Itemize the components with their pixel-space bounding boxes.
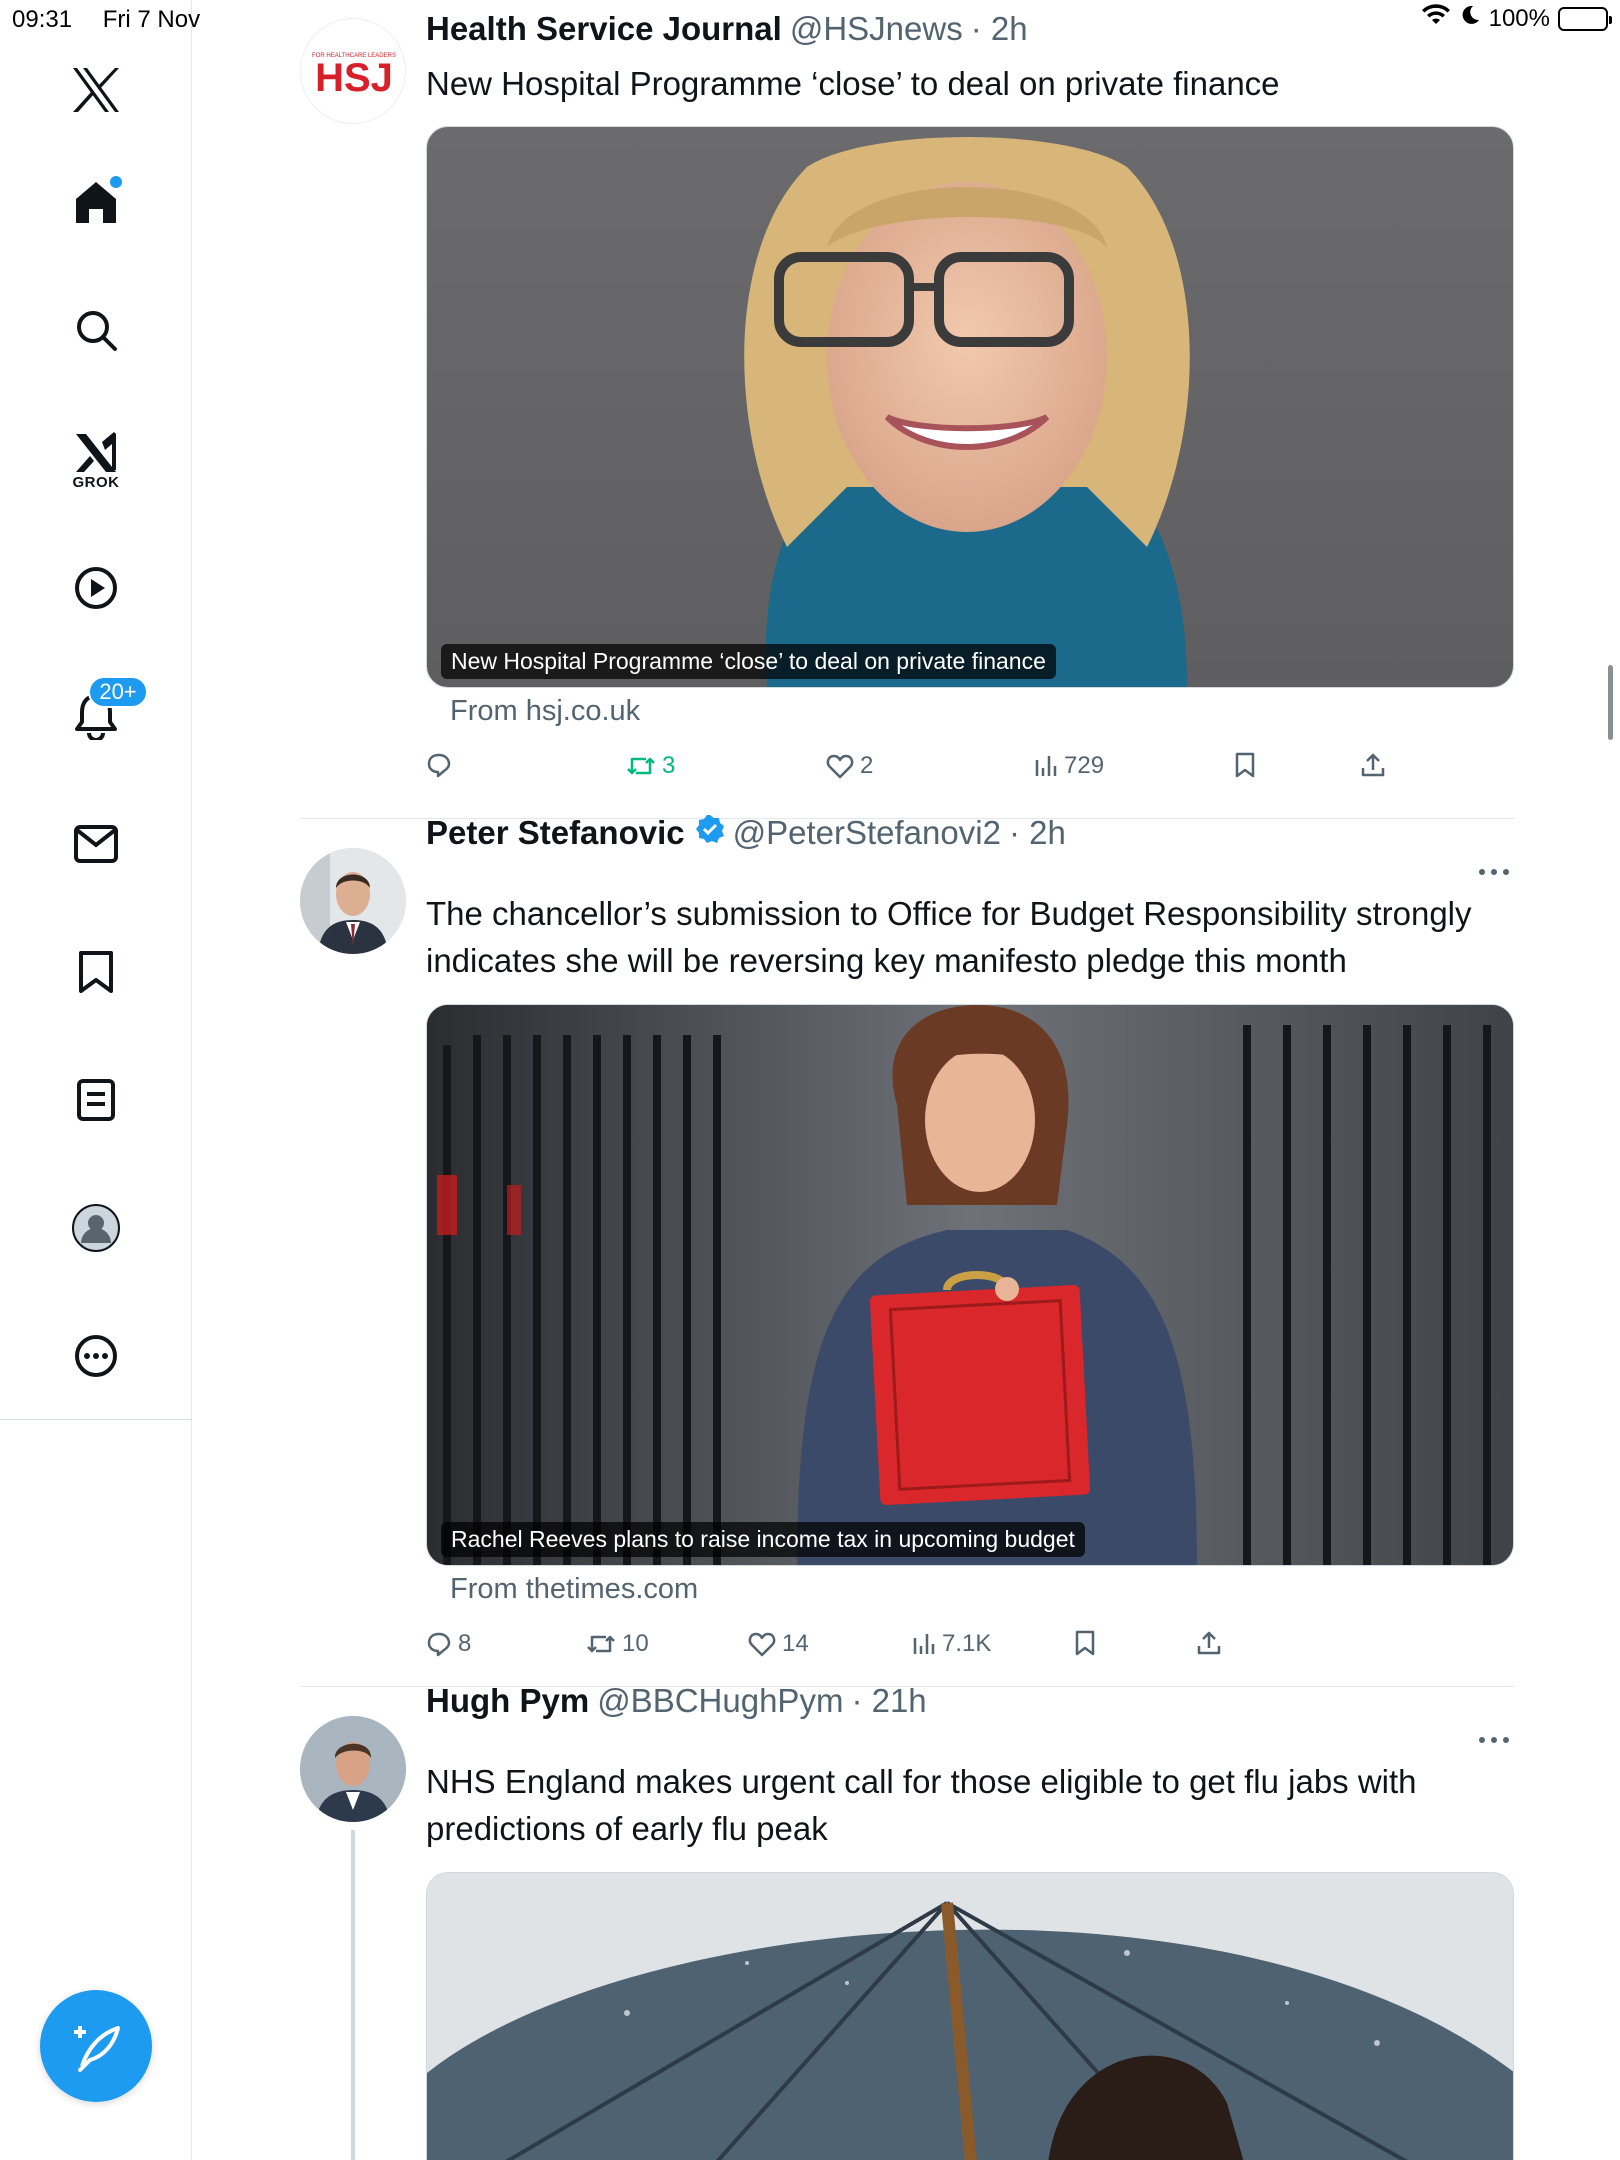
like-button[interactable]: 14 [748,1630,809,1658]
sidebar-item-profile[interactable] [56,1188,136,1268]
media-caption: New Hospital Programme ‘close’ to deal o… [441,644,1056,679]
compose-quill-icon [74,2026,120,2072]
tweet-actions: 8 10 14 7.1K [426,1630,1426,1670]
scrollbar[interactable] [1608,665,1613,740]
bookmark-icon [1235,752,1255,778]
reply-button[interactable]: 8 [426,1630,471,1658]
bookmark-button[interactable] [1234,752,1256,778]
share-button[interactable] [1360,752,1386,778]
avatar[interactable] [300,848,406,954]
heart-icon [826,754,854,779]
notification-count-badge: 20+ [88,676,148,708]
status-bar: 09:31 Fri 7 Nov 100% [0,0,1620,40]
sidebar-item-notifications[interactable]: 20+ [56,676,148,756]
like-count: 14 [782,1630,809,1657]
bookmark-icon [1075,1630,1095,1656]
reply-icon [427,1632,451,1657]
bookmark-button[interactable] [1074,1630,1096,1656]
tweet-time[interactable]: · 21h [851,1682,926,1720]
thread-line [351,1830,355,2160]
reply-icon [427,753,451,778]
share-icon [1361,753,1385,777]
grok-icon [76,431,116,472]
list-icon [77,1079,115,1121]
sidebar-item-video[interactable] [56,548,136,628]
more-options-icon[interactable] [1474,1730,1514,1750]
svg-text:HSJ: HSJ [315,56,393,100]
sidebar-divider [0,1419,192,1420]
media-caption: Rachel Reeves plans to raise income tax … [441,1522,1085,1557]
unread-dot [110,176,122,188]
battery-percent: 100% [1488,4,1550,32]
views-count: 729 [1064,752,1105,779]
wifi-icon [1421,4,1451,33]
sidebar-item-explore[interactable] [56,290,136,370]
more-circle-icon [75,1335,117,1377]
link-source[interactable]: From hsj.co.uk [450,695,640,728]
author-handle[interactable]: @BBCHughPym [597,1682,843,1720]
retweet-button[interactable]: 10 [586,1630,649,1658]
retweet-count: 10 [622,1630,649,1657]
tweet-image[interactable] [426,1872,1514,2160]
author-name[interactable]: Peter Stefanovic [426,814,685,852]
sidebar-item-bookmarks[interactable] [56,932,136,1012]
share-icon [1197,1631,1221,1655]
link-card-image[interactable]: New Hospital Programme ‘close’ to deal o… [426,126,1514,688]
author-handle[interactable]: @PeterStefanovi2 [733,814,1001,852]
search-icon [77,311,117,351]
tweet-text: The chancellor’s submission to Office fo… [426,895,1472,979]
retweet-icon [587,1635,615,1653]
like-button[interactable]: 2 [826,752,873,780]
envelope-icon [74,825,118,863]
views-count: 7.1K [942,1630,992,1657]
retweet-count: 3 [662,752,676,779]
link-card-image[interactable]: Rachel Reeves plans to raise income tax … [426,1004,1514,1566]
heart-icon [748,1632,776,1657]
verified-badge-icon [695,814,725,852]
reply-button[interactable] [426,752,458,778]
sidebar-item-messages[interactable] [56,804,136,884]
like-count: 2 [860,752,874,779]
sidebar-item-more[interactable] [56,1316,136,1396]
sidebar-item-lists[interactable] [56,1060,136,1140]
views-button[interactable]: 7.1K [912,1630,991,1658]
tweet-time[interactable]: · 2h [1009,814,1066,852]
retweet-icon [627,757,655,775]
play-circle-icon [75,567,117,609]
reply-count: 8 [458,1630,472,1657]
bookmark-icon [79,951,113,993]
views-button[interactable]: 729 [1034,752,1104,780]
do-not-disturb-icon [1459,4,1481,33]
sidebar-item-grok[interactable]: GROK [56,420,136,500]
battery-icon [1558,6,1612,31]
tweet-text: New Hospital Programme ‘close’ to deal o… [426,65,1280,102]
link-source[interactable]: From thetimes.com [450,1573,698,1606]
avatar[interactable] [300,1716,406,1822]
status-time: 09:31 [12,6,73,33]
author-name[interactable]: Hugh Pym [426,1682,589,1720]
retweet-button[interactable]: 3 [626,752,675,780]
sidebar-item-home[interactable] [56,162,136,242]
more-options-icon[interactable] [1474,862,1514,882]
views-chart-icon [1035,756,1057,776]
views-chart-icon [913,1634,935,1654]
tweet-actions: 3 2 729 [426,752,1426,792]
status-date: Fri 7 Nov [102,6,201,33]
x-logo-icon[interactable] [56,50,136,130]
share-button[interactable] [1196,1630,1222,1656]
tweet-text: NHS England makes urgent call for those … [426,1763,1417,1847]
sidebar: GROK 20+ [0,0,192,2160]
grok-label: GROK [72,473,120,491]
compose-button[interactable] [40,1990,152,2102]
profile-avatar-icon [72,1204,120,1252]
